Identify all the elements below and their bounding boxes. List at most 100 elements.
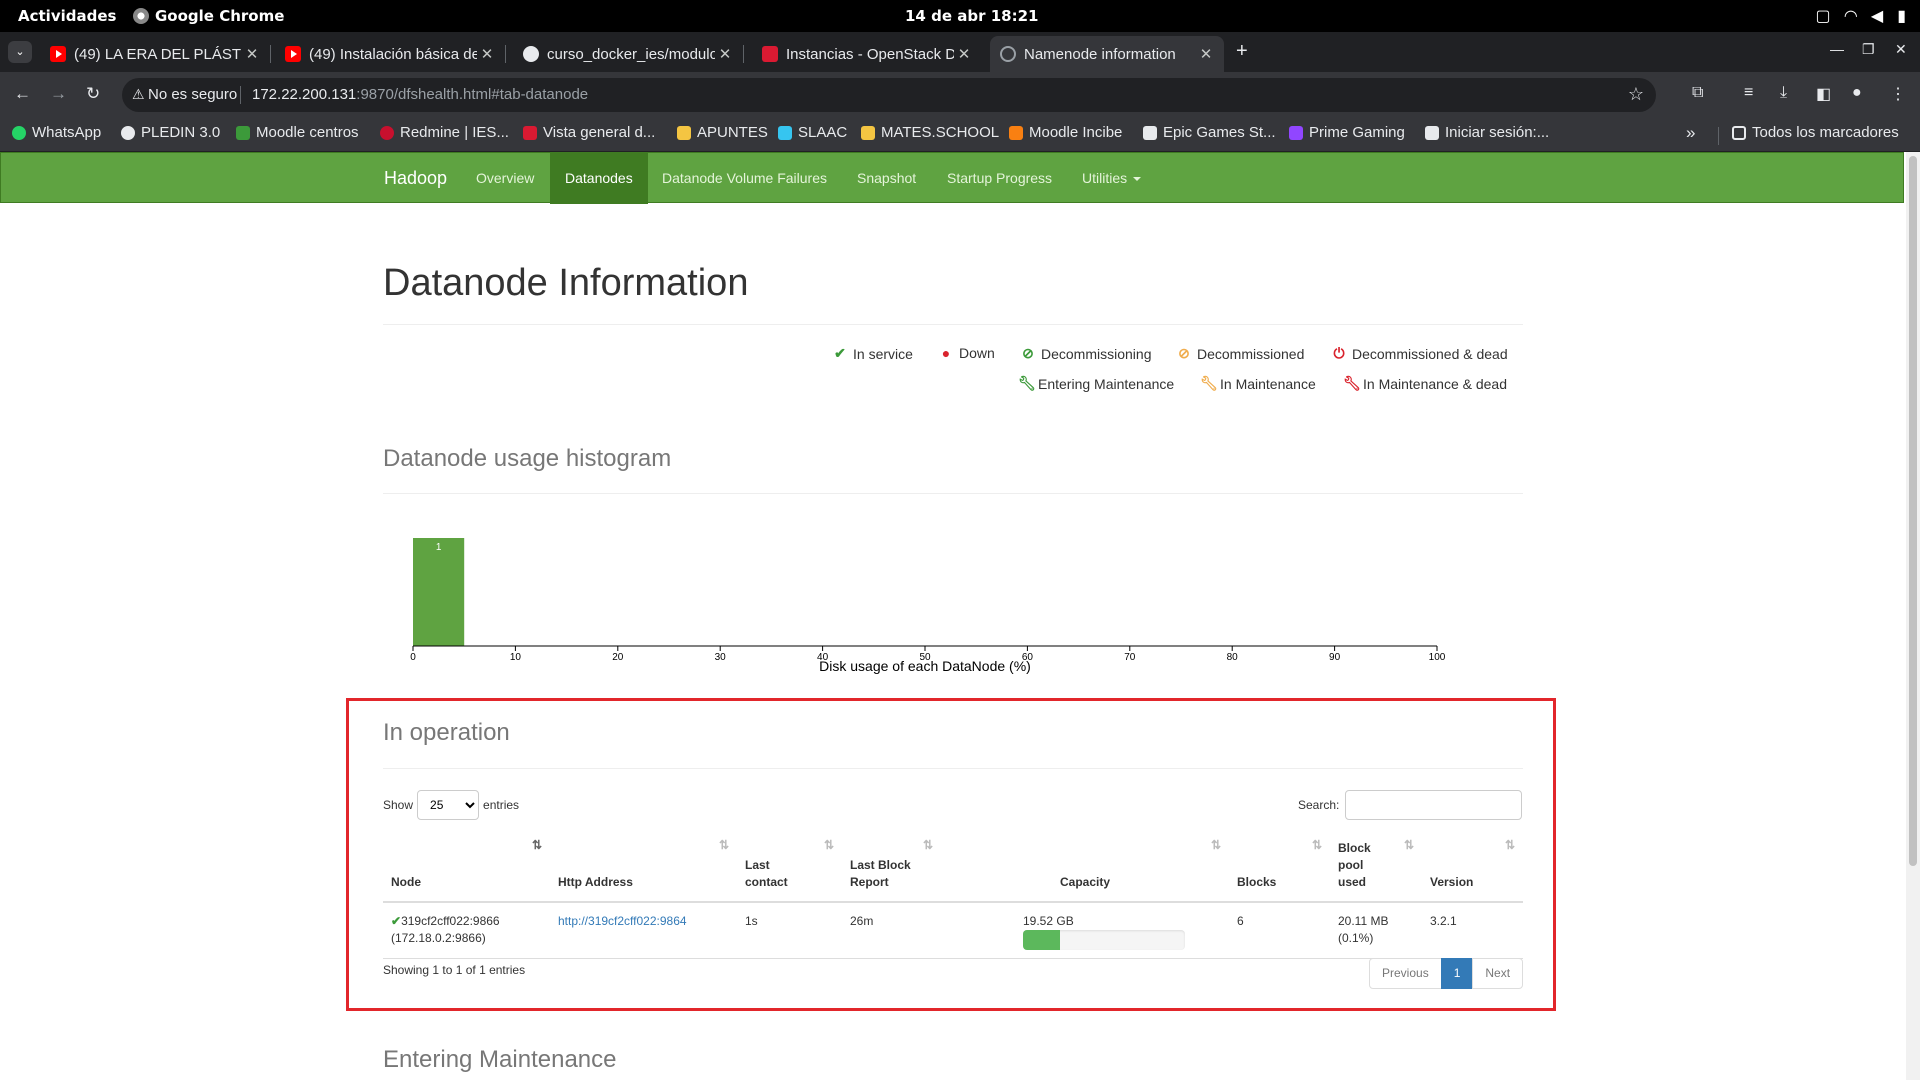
bookmark-prime-gaming[interactable]: Prime Gaming — [1289, 124, 1405, 141]
col-blocks[interactable]: Blocks ⇅ — [1229, 832, 1330, 903]
forward-icon[interactable]: → — [50, 84, 67, 104]
sort-icon[interactable]: ⇅ — [1404, 837, 1414, 854]
bookmark-slaac[interactable]: SLAAC — [778, 124, 847, 141]
legend-in-maintenance-dead: 🔧︎ In Maintenance & dead — [1343, 375, 1507, 392]
nav-datanodes[interactable]: Datanodes — [550, 153, 648, 204]
col-node[interactable]: Node ⇅ — [383, 832, 550, 903]
back-icon[interactable]: ← — [14, 84, 31, 104]
close-icon[interactable]: ✕ — [954, 45, 974, 63]
warning-icon[interactable]: ⚠ — [132, 86, 145, 103]
folder-icon — [1732, 125, 1746, 140]
bookmark-label: MATES.SCHOOL — [881, 124, 1000, 141]
sort-icon[interactable]: ⇅ — [719, 837, 729, 854]
next-button[interactable]: Next — [1472, 958, 1524, 989]
hadoop-brand[interactable]: Hadoop — [384, 168, 447, 189]
sort-asc-icon[interactable]: ⇅ — [532, 837, 542, 854]
all-bookmarks-folder[interactable]: Todos los marcadores — [1732, 124, 1899, 141]
tab-5-active[interactable]: Namenode information ✕ — [990, 36, 1224, 72]
cell-last-contact: 1s — [737, 902, 842, 959]
search-input[interactable] — [1345, 790, 1523, 820]
tab-4[interactable]: Instancias - OpenStack Da ✕ — [752, 36, 982, 72]
bookmark-moodle-centros[interactable]: Moodle centros — [236, 124, 359, 141]
nav-overview[interactable]: Overview — [461, 153, 549, 204]
bookmark-epic-games[interactable]: Epic Games St... — [1143, 124, 1276, 141]
entries-select[interactable]: 25 — [417, 790, 480, 820]
close-icon[interactable]: ✕ — [1196, 45, 1216, 63]
nav-volume-failures[interactable]: Datanode Volume Failures — [647, 153, 842, 204]
tab-3[interactable]: curso_docker_ies/modulo ✕ — [513, 36, 744, 72]
tab-2[interactable]: (49) Instalación básica de ✕ — [275, 36, 506, 72]
system-tray[interactable]: ▢ ◠ ◀ ▮ — [1815, 6, 1906, 25]
clock[interactable]: 14 de abr 18:21 — [905, 7, 1038, 25]
check-icon: ✔ — [834, 345, 846, 361]
sort-icon[interactable]: ⇅ — [1505, 837, 1515, 854]
url-text[interactable]: 172.22.200.131:9870/dfshealth.html#tab-d… — [252, 86, 588, 103]
reload-icon[interactable]: ↻ — [86, 84, 100, 104]
clipboard-icon[interactable]: ▢ — [1815, 6, 1830, 25]
col-last-block-report[interactable]: Last Block Report ⇅ — [842, 832, 941, 903]
bookmark-label: Epic Games St... — [1163, 124, 1276, 141]
globe-icon — [1000, 46, 1016, 62]
bookmark-vista-general[interactable]: Vista general d... — [523, 124, 655, 141]
security-chip[interactable]: No es seguro — [148, 86, 237, 103]
bookmarks-bar: WhatsApp PLEDIN 3.0 Moodle centros Redmi… — [0, 118, 1920, 152]
address-bar[interactable]: ⚠ No es seguro 172.22.200.131:9870/dfshe… — [122, 78, 1656, 112]
sort-icon[interactable]: ⇅ — [1211, 837, 1221, 854]
ban-icon: ⊘ — [1022, 345, 1034, 361]
sort-icon[interactable]: ⇅ — [1312, 837, 1322, 854]
minimize-icon[interactable]: — — [1830, 41, 1844, 57]
col-capacity[interactable]: Capacity ⇅ — [941, 832, 1229, 903]
nav-startup-progress[interactable]: Startup Progress — [932, 153, 1067, 204]
extensions-icon[interactable]: ⧉ — [1692, 84, 1703, 102]
x-tick-label: 80 — [1227, 652, 1239, 663]
maximize-icon[interactable]: ❐ — [1862, 41, 1875, 58]
nav-snapshot[interactable]: Snapshot — [842, 153, 931, 204]
close-icon[interactable]: ✕ — [715, 45, 735, 63]
close-icon[interactable]: ✕ — [477, 45, 497, 63]
page-1-button[interactable]: 1 — [1440, 958, 1474, 989]
bookmark-redmine[interactable]: Redmine | IES... — [380, 124, 509, 141]
col-last-contact[interactable]: Last contact ⇅ — [737, 832, 842, 903]
new-tab-button[interactable]: + — [1236, 40, 1248, 63]
bookmark-moodle-incibe[interactable]: Moodle Incibe — [1009, 124, 1122, 141]
close-window-icon[interactable]: ✕ — [1895, 41, 1907, 58]
bookmark-apuntes[interactable]: APUNTES — [677, 124, 768, 141]
close-icon[interactable]: ✕ — [242, 45, 262, 63]
nav-utilities-dropdown[interactable]: Utilities — [1067, 153, 1156, 204]
app-menu[interactable]: Google Chrome — [133, 7, 284, 25]
volume-icon: ◀ — [1870, 6, 1884, 25]
menu-icon[interactable]: ⋮ — [1890, 84, 1906, 104]
col-http-address[interactable]: Http Address ⇅ — [550, 832, 737, 903]
bookmark-label: Moodle Incibe — [1029, 124, 1123, 141]
more-bookmarks-icon[interactable]: » — [1686, 123, 1695, 143]
sort-icon[interactable]: ⇅ — [824, 837, 834, 854]
x-tick-label: 10 — [510, 652, 522, 663]
media-icon[interactable]: ≡ — [1744, 84, 1753, 102]
page-scrollbar[interactable] — [1906, 152, 1920, 1080]
download-icon[interactable]: ⤓ — [1780, 84, 1787, 102]
bp-pct: (0.1%) — [1338, 931, 1374, 945]
in-operation-title: In operation — [383, 719, 510, 746]
side-panel-icon[interactable]: ◧ — [1816, 84, 1831, 104]
tab-title: (49) LA ERA DEL PLÁSTICO — [74, 45, 242, 63]
tab-1[interactable]: (49) LA ERA DEL PLÁSTICO ✕ — [40, 36, 271, 72]
bookmark-pledin[interactable]: PLEDIN 3.0 — [121, 124, 220, 141]
http-address-link[interactable]: http://319cf2cff022:9864 — [558, 914, 687, 928]
openstack-icon — [762, 46, 778, 62]
tab-search-button[interactable]: ⌄ — [8, 41, 32, 63]
bookmark-star-icon[interactable]: ☆ — [1628, 84, 1644, 105]
bookmark-mates-school[interactable]: MATES.SCHOOL — [861, 124, 999, 141]
bookmark-iniciar-sesion[interactable]: Iniciar sesión:... — [1425, 124, 1549, 141]
col-version[interactable]: Version ⇅ — [1422, 832, 1523, 903]
capacity-progress-bar — [1023, 930, 1061, 950]
moodle-icon — [236, 125, 250, 140]
capacity-value: 19.52 GB — [1023, 914, 1074, 928]
previous-button[interactable]: Previous — [1369, 958, 1442, 989]
col-block-pool-used[interactable]: Block pool used ⇅ — [1330, 832, 1422, 903]
profile-avatar[interactable]: ● — [1852, 84, 1862, 102]
bookmark-whatsapp[interactable]: WhatsApp — [12, 124, 101, 141]
sort-icon[interactable]: ⇅ — [923, 837, 933, 854]
redmine-icon — [380, 125, 394, 140]
scrollbar-thumb[interactable] — [1909, 156, 1917, 866]
activities-button[interactable]: Actividades — [18, 7, 116, 25]
